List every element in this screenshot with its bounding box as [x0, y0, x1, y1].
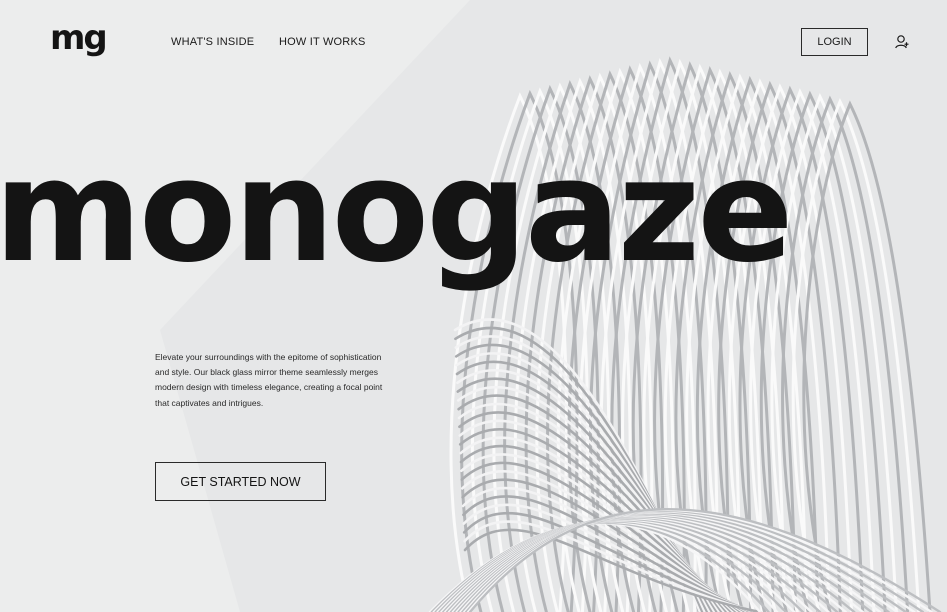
user-plus-icon[interactable]: [894, 34, 910, 50]
get-started-button[interactable]: GET STARTED NOW: [155, 462, 326, 501]
login-button[interactable]: LOGIN: [801, 28, 868, 56]
ribbon-sculpture-image: [160, 0, 947, 612]
hero-description: Elevate your surroundings with the epito…: [155, 352, 383, 408]
nav-how-it-works[interactable]: HOW IT WORKS: [279, 36, 366, 48]
hero-title: monogaze: [0, 129, 794, 294]
logo[interactable]: mg: [50, 18, 108, 58]
nav-whats-inside[interactable]: WHAT'S INSIDE: [171, 36, 254, 48]
